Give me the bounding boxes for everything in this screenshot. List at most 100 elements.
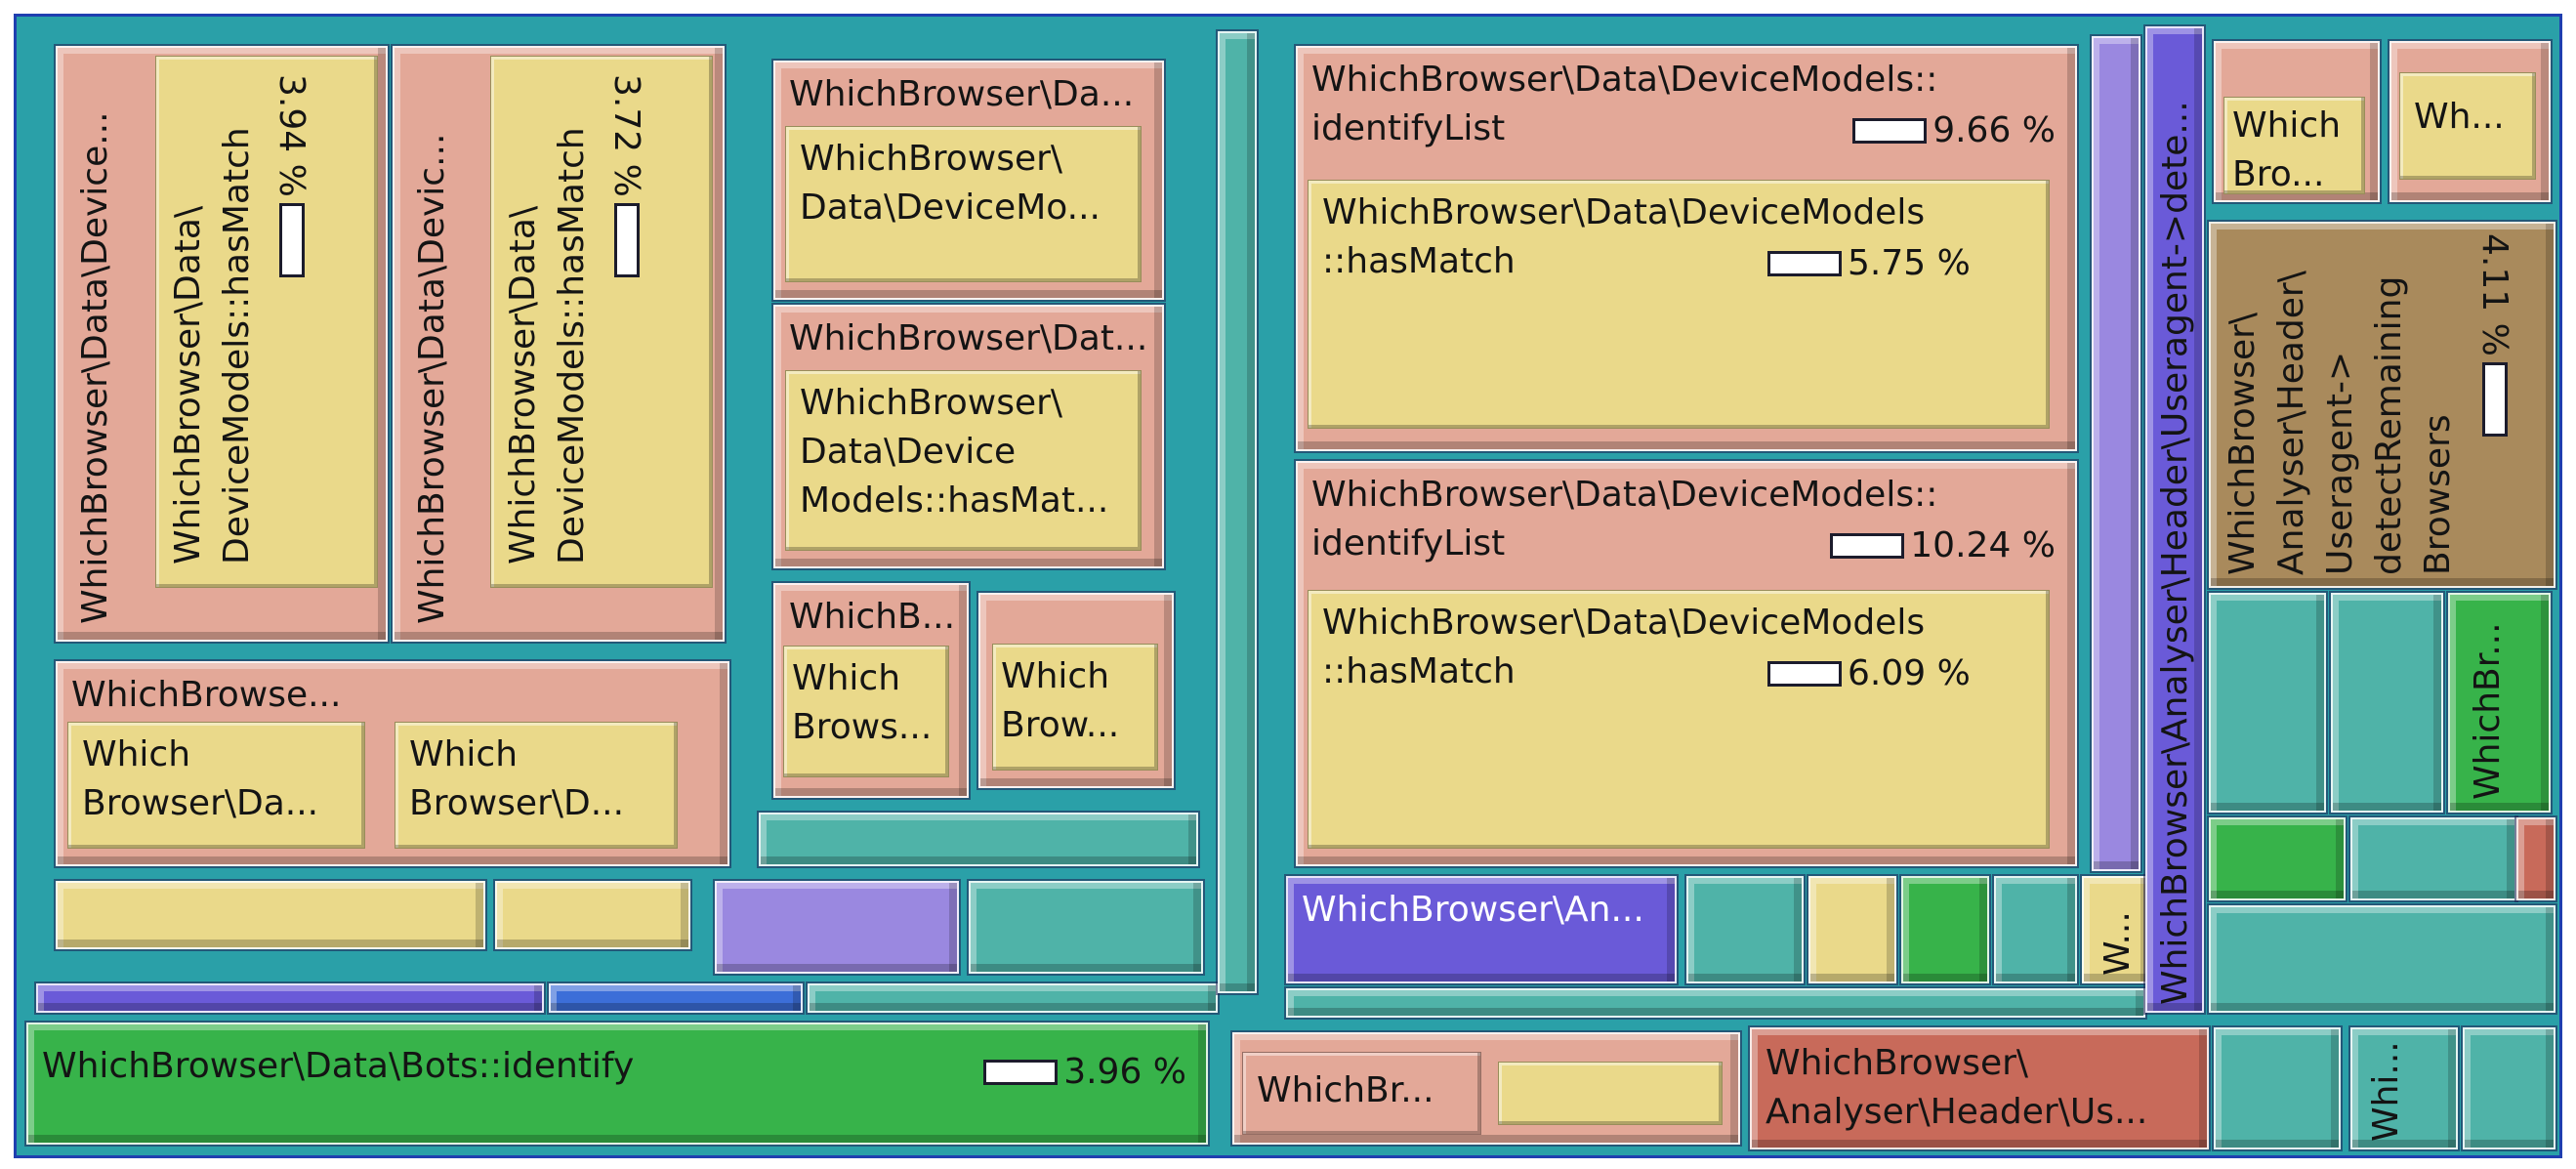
tile-which-browser-dat-col[interactable]: WhichBrowser\Dat... WhichBrowser\ Data\D… [771, 303, 1166, 570]
tile-wh-inner[interactable]: Wh... [2399, 72, 2536, 180]
tile-identify-list-a[interactable]: WhichBrowser\Data\DeviceModels:: identif… [1294, 44, 2079, 453]
tile-small-strip-4[interactable] [967, 879, 1205, 976]
tile-small-d1[interactable] [2207, 591, 2328, 814]
tile-label: WhichBrowser\Data\Device... [75, 111, 115, 624]
percent-gauge [278, 202, 305, 277]
tile-small-d5[interactable] [2514, 815, 2557, 902]
tile-has-match-b[interactable]: WhichBrowser\Data\ DeviceModels::hasMatc… [490, 56, 713, 588]
percent-gauge [983, 1059, 1059, 1085]
tile-label: WhichBrowser\ Analyser\Header\ Useragent… [2223, 271, 2458, 575]
tile-small-d6[interactable] [2207, 903, 2557, 1015]
percent-readout: 10.24 % [1830, 525, 2056, 565]
percent-gauge [1852, 117, 1928, 144]
tile-which-br-bottom[interactable]: WhichBr... [1230, 1030, 1742, 1147]
percent-text: 9.66 % [1932, 110, 2056, 150]
percent-text: 3.94 % [271, 74, 312, 197]
tile-w[interactable]: W... [2080, 874, 2152, 985]
tile-label: W... [2098, 911, 2138, 976]
percent-text: 3.96 % [1063, 1052, 1186, 1092]
tile-small-b2[interactable] [2461, 1025, 2557, 1151]
tile-which-brow-inner[interactable]: Which Brow... [992, 644, 1158, 771]
tile-which-bro-inner[interactable]: Which Bro... [2223, 97, 2365, 194]
percent-gauge [1830, 532, 1905, 559]
percent-gauge [1767, 250, 1842, 276]
percent-readout: 6.09 % [1767, 653, 1971, 693]
tile-label: Which Brow... [1001, 656, 1120, 745]
tile-small-d4[interactable] [2348, 815, 2518, 902]
tile-small-strip-3[interactable] [713, 879, 961, 976]
tile-label: WhichBrowser\ Data\Device Models::hasMat… [800, 383, 1109, 521]
tile-header-us[interactable]: WhichBrowser\ Analyser\Header\Us... [1748, 1025, 2211, 1151]
percent-gauge [1767, 660, 1842, 687]
percent-text: 10.24 % [1910, 525, 2056, 565]
tile-small-c1[interactable] [1684, 874, 1806, 985]
tile-label: WhichBrowser\Data\ DeviceModels::hasMatc… [168, 127, 257, 564]
tile-label: Whi... [2366, 1041, 2406, 1142]
tile-label: WhichBrowser\ Analyser\Header\Us... [1766, 1043, 2148, 1132]
tile-label: WhichBrowser\Dat... [789, 318, 1148, 358]
tile-which-brow[interactable]: Which Brow... [976, 591, 1176, 790]
tile-label: Which Bro... [2232, 105, 2342, 194]
tile-teal-bar[interactable] [757, 811, 1200, 868]
tile-which-brows[interactable]: Which Brows... [783, 646, 949, 777]
tile-data-device-mo[interactable]: WhichBrowser\ Data\DeviceMo... [785, 126, 1142, 282]
tile-small-strip-7[interactable] [806, 981, 1220, 1015]
tile-which-br-right[interactable]: WhichBr... [2446, 591, 2553, 814]
tile-label: WhichBrowser\Data\ DeviceModels::hasMatc… [503, 127, 592, 564]
tile-thin-column[interactable] [1216, 29, 1259, 995]
tile-scroll-column[interactable] [2090, 34, 2142, 873]
tile-label: Wh... [2414, 97, 2505, 137]
tile-which-br-bottom-inner[interactable]: WhichBr... [1242, 1052, 1481, 1135]
percent-readout: 5.75 % [1767, 243, 1971, 283]
tile-label: WhichBrowse... [71, 675, 342, 715]
tile-detect-remaining-browsers[interactable]: WhichBrowser\ Analyser\Header\ Useragent… [2207, 220, 2557, 590]
tile-which-browser-an[interactable]: WhichBrowser\An... [1284, 874, 1679, 985]
percent-readout: 3.96 % [983, 1052, 1186, 1092]
tile-which-bro[interactable]: Which Bro... [2212, 39, 2382, 204]
percent-gauge [2481, 361, 2508, 437]
tile-small-c3[interactable] [1899, 874, 1991, 985]
treemap-canvas[interactable]: WhichBrowser\Data\Device... WhichBrowser… [14, 14, 2562, 1158]
tile-label: WhichBr... [1257, 1070, 1434, 1110]
tile-small-c2[interactable] [1807, 874, 1898, 985]
tile-small-strip-5[interactable] [34, 981, 546, 1015]
tile-small-d2[interactable] [2329, 591, 2445, 814]
tile-identify-list-b[interactable]: WhichBrowser\Data\DeviceModels:: identif… [1294, 459, 2079, 868]
tile-whi[interactable]: Whi... [2348, 1025, 2460, 1151]
tile-small-c4[interactable] [1992, 874, 2079, 985]
tile-device-models-b[interactable]: WhichBrowser\Data\Devic... WhichBrowser\… [391, 44, 727, 644]
percent-gauge [613, 202, 640, 277]
tile-wh[interactable]: Wh... [2388, 39, 2553, 204]
tile-strip-c[interactable] [1284, 986, 2147, 1020]
percent-text: 6.09 % [1848, 653, 1971, 693]
tile-label: Which Browser\Da... [82, 734, 319, 823]
tile-useragent-dete[interactable]: WhichBrowser\Analyser\Header\Useragent->… [2143, 24, 2206, 1015]
tile-has-match-a[interactable]: WhichBrowser\Data\ DeviceModels::hasMatc… [155, 56, 378, 588]
tile-small-strip-2[interactable] [493, 879, 692, 951]
tile-has-match-c[interactable]: WhichBrowser\Data\DeviceModels ::hasMatc… [1308, 180, 2050, 429]
tile-label: WhichBrowser\Da... [789, 74, 1135, 114]
tile-small-strip-1[interactable] [54, 879, 487, 951]
tile-small-b1[interactable] [2212, 1025, 2343, 1151]
percent-text: 5.75 % [1848, 243, 1971, 283]
tile-yellow-bottom[interactable] [1498, 1062, 1723, 1125]
tile-bots-identify[interactable]: WhichBrowser\Data\Bots::identify 3.96 % [24, 1021, 1210, 1147]
tile-small-strip-6[interactable] [547, 981, 805, 1015]
tile-label: WhichB... [789, 597, 956, 637]
tile-which-browser-d[interactable]: Which Browser\D... [395, 722, 678, 849]
tile-label: Which Brows... [792, 658, 933, 747]
percent-readout: 3.94 % [271, 74, 312, 277]
tile-has-match-d[interactable]: WhichBrowser\Data\DeviceModels ::hasMatc… [1308, 590, 2050, 849]
tile-which-browser-da[interactable]: Which Browser\Da... [67, 722, 365, 849]
tile-device-models-has-mat[interactable]: WhichBrowser\ Data\Device Models::hasMat… [785, 370, 1142, 551]
tile-small-d3[interactable] [2207, 815, 2347, 902]
tile-label: WhichBrowser\Analyser\Header\Useragent->… [2155, 101, 2195, 1005]
tile-label: WhichBrowser\Data\Devic... [412, 133, 452, 624]
percent-readout: 4.11 % [2474, 233, 2514, 437]
percent-text: 4.11 % [2474, 233, 2514, 356]
tile-device-models-a[interactable]: WhichBrowser\Data\Device... WhichBrowser… [54, 44, 390, 644]
tile-which-browser-da-col[interactable]: WhichBrowser\Da... WhichBrowser\ Data\De… [771, 59, 1166, 302]
percent-text: 3.72 % [606, 74, 646, 197]
tile-which-browse[interactable]: WhichBrowse... Which Browser\Da... Which… [54, 659, 731, 868]
tile-which-b[interactable]: WhichB... Which Brows... [771, 581, 971, 800]
